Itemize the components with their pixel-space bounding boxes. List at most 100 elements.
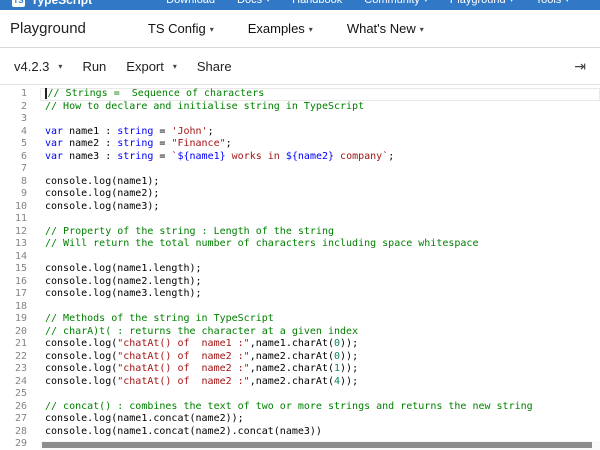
nav-item-community[interactable]: Community▾ <box>364 0 428 6</box>
menu-ts-config[interactable]: TS Config ▾ <box>148 21 214 36</box>
code-line-17[interactable]: 17 console.log(name3.length); <box>0 288 600 301</box>
code-text: console.log("chatAt() of name2 :",name2.… <box>45 375 359 387</box>
code-line-8[interactable]: 8 console.log(name1); <box>0 176 600 189</box>
line-number: 27 <box>14 413 27 424</box>
line-number: 17 <box>14 288 27 299</box>
chevron-down-icon: ▾ <box>308 25 313 34</box>
menu-examples[interactable]: Examples ▾ <box>248 21 313 36</box>
line-number: 16 <box>14 275 27 287</box>
chevron-down-icon: ▾ <box>209 25 214 34</box>
line-number: 20 <box>14 325 27 337</box>
code-line-24[interactable]: 24 console.log("chatAt() of name2 :",name… <box>0 376 600 389</box>
code-text: var name2 : string = "Finance"; <box>45 138 232 149</box>
line-number: 14 <box>14 250 27 262</box>
line-number: 19 <box>14 313 27 324</box>
line-number: 29 <box>14 438 27 449</box>
code-line-10[interactable]: 10 console.log(name3); <box>0 201 600 214</box>
code-line-27[interactable]: 27 console.log(name1.concat(name2)); <box>0 413 600 426</box>
code-text: // Methods of the string in TypeScript <box>45 313 274 324</box>
code-line-28[interactable]: 28 console.log(name1.concat(name2).concat… <box>0 426 600 439</box>
code-line-4[interactable]: 4 var name1 : string = 'John'; <box>0 126 600 139</box>
line-number: 2 <box>20 100 27 112</box>
code-line-22[interactable]: 22 console.log("chatAt() of name2 :",name… <box>0 351 600 364</box>
code-line-20[interactable]: 20 // charA)t( : returns the character at… <box>0 326 600 339</box>
line-number: 7 <box>20 163 27 174</box>
top-nav: TS TypeScript Download Docs▾ Handbook Commu… <box>0 0 600 10</box>
nav-item-playground[interactable]: Playground▾ <box>450 0 514 6</box>
code-line-1[interactable]: 1 // Strings = Sequence of characters <box>0 88 600 101</box>
code-line-14[interactable]: 14 <box>0 251 600 264</box>
line-number: 4 <box>20 125 27 137</box>
line-number: 8 <box>20 175 27 187</box>
code-text: console.log(name1.length); <box>45 263 202 274</box>
line-number: 5 <box>20 138 27 149</box>
line-number: 11 <box>14 213 27 224</box>
chevron-down-icon: ▾ <box>565 0 569 4</box>
line-number: 26 <box>14 400 27 412</box>
line-number: 21 <box>14 338 27 349</box>
version-dropdown[interactable]: v4.2.3 ▾ <box>14 59 62 74</box>
code-line-12[interactable]: 12 // Property of the string : Length of … <box>0 226 600 239</box>
export-label: Export <box>126 58 164 74</box>
code-line-18[interactable]: 18 <box>0 301 600 314</box>
code-line-9[interactable]: 9 console.log(name2); <box>0 188 600 201</box>
code-text: console.log("chatAt() of name2 :",name2.… <box>45 350 359 362</box>
code-line-25[interactable]: 25 <box>0 388 600 401</box>
run-label: Run <box>82 58 107 74</box>
nav-item-docs[interactable]: Docs▾ <box>237 0 270 6</box>
chevron-down-icon: ▾ <box>58 61 63 71</box>
chevron-down-icon: ▾ <box>424 0 428 4</box>
code-line-19[interactable]: 19 // Methods of the string in TypeScript <box>0 313 600 326</box>
export-dropdown[interactable]: Export ▾ <box>126 59 177 74</box>
line-number: 6 <box>20 150 27 162</box>
line-number: 22 <box>14 350 27 362</box>
nav-item-download[interactable]: Download <box>166 0 215 6</box>
code-line-26[interactable]: 26 // concat() : combines the text of two… <box>0 401 600 414</box>
line-number: 15 <box>14 263 27 274</box>
code-line-16[interactable]: 16 console.log(name2.length); <box>0 276 600 289</box>
line-number: 24 <box>14 375 27 387</box>
code-line-21[interactable]: 21 console.log("chatAt() of name1 :",name… <box>0 338 600 351</box>
chevron-down-icon: ▾ <box>510 0 514 4</box>
nav-item-tools[interactable]: Tools▾ <box>536 0 570 6</box>
scrollbar-thumb[interactable] <box>42 442 592 448</box>
code-line-3[interactable]: 3 <box>0 113 600 126</box>
code-text: console.log(name1.concat(name2).concat(n… <box>45 425 322 437</box>
code-line-23[interactable]: 23 console.log("chatAt() of name2 :",name… <box>0 363 600 376</box>
playground-header: Playground TS Config ▾ Examples ▾ What's New… <box>0 10 600 48</box>
share-label: Share <box>196 58 232 74</box>
code-editor[interactable]: 1 // Strings = Sequence of characters 2 // … <box>0 85 600 450</box>
code-line-11[interactable]: 11 <box>0 213 600 226</box>
code-text: var name1 : string = 'John'; <box>45 125 214 137</box>
code-line-6[interactable]: 6 var name3 : string = `${name1} works in… <box>0 151 600 164</box>
share-button[interactable]: Share <box>197 59 232 74</box>
chevron-down-icon: ▾ <box>172 61 177 71</box>
menu-what-s-new[interactable]: What's New ▾ <box>347 21 424 36</box>
line-number: 1 <box>20 88 27 99</box>
code-line-2[interactable]: 2 // How to declare and initialise string… <box>0 101 600 114</box>
line-number: 13 <box>14 238 27 249</box>
chevron-down-icon: ▾ <box>266 0 270 4</box>
code-text: // Property of the string : Length of th… <box>45 225 334 237</box>
toggle-sidebar-icon[interactable]: ⇥ <box>574 59 586 73</box>
run-button[interactable]: Run <box>82 59 106 74</box>
line-number: 12 <box>14 225 27 237</box>
code-area: 1 // Strings = Sequence of characters 2 // … <box>0 88 600 450</box>
nav-item-handbook[interactable]: Handbook <box>292 0 342 6</box>
code-line-15[interactable]: 15 console.log(name1.length); <box>0 263 600 276</box>
code-line-13[interactable]: 13 // Will return the total number of cha… <box>0 238 600 251</box>
brand[interactable]: TS TypeScript <box>12 0 92 7</box>
horizontal-scrollbar[interactable] <box>40 441 600 450</box>
code-line-7[interactable]: 7 <box>0 163 600 176</box>
code-text: // Strings = Sequence of characters <box>40 88 600 101</box>
code-text: console.log("chatAt() of name2 :",name2.… <box>45 363 359 374</box>
text-cursor <box>45 88 47 99</box>
code-line-5[interactable]: 5 var name2 : string = "Finance"; <box>0 138 600 151</box>
code-text: console.log(name2.length); <box>45 275 202 287</box>
code-text: console.log(name3.length); <box>45 288 202 299</box>
